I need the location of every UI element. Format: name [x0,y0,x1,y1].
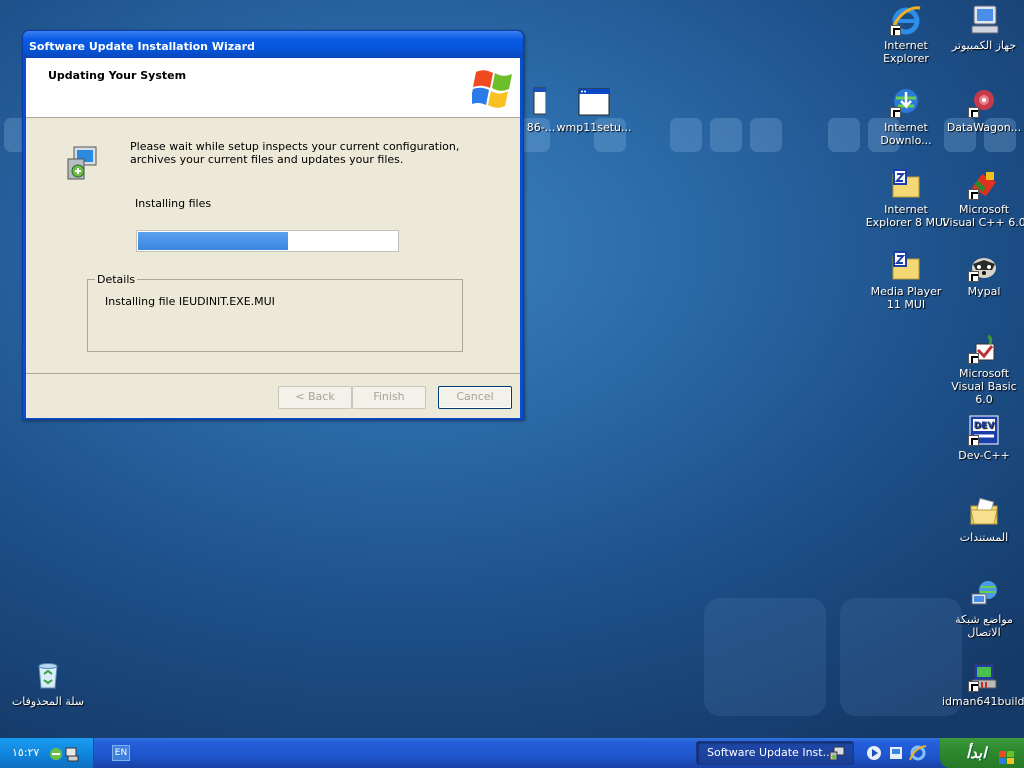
network-places-icon [968,578,1000,610]
clock[interactable]: ١٥:٢٧ [12,746,39,759]
folder-icon [890,168,922,200]
wizard-message: Please wait while setup inspects your cu… [130,140,460,166]
wizard-content: Please wait while setup inspects your cu… [26,119,520,373]
desktop-icon-internet-explorer[interactable]: Internet Explorer [864,4,948,65]
cancel-button[interactable]: Cancel [438,386,512,409]
media-player-quick-icon[interactable] [867,746,881,760]
details-text: Installing file IEUDINIT.EXE.MUI [105,295,275,308]
setup-icon [829,746,845,761]
visual-cpp-icon [968,168,1000,200]
window-title: Software Update Installation Wizard [29,40,255,53]
svg-text:DEV: DEV [974,421,995,431]
folder-icon [890,250,922,282]
desktop-icon-media-player-mui[interactable]: Media Player 11 MUI [864,250,948,311]
internet-download-manager-icon [890,86,922,118]
dev-cpp-icon: DEV [968,414,1000,446]
details-group: Details Installing file IEUDINIT.EXE.MUI [87,273,463,352]
desktop-icon-wmp11setup[interactable]: wmp11setu... [552,86,636,134]
wizard-header: Updating Your System [26,58,520,118]
windows-logo-icon [469,66,516,108]
mypal-icon [968,250,1000,282]
taskbar-button-label: Software Update Inst... [707,746,834,759]
window-icon [578,86,610,118]
wizard-body: Updating Your System Please wait while s… [26,58,520,418]
desktop-icon-mypal[interactable]: Mypal [942,250,1024,298]
finish-button[interactable]: Finish [352,386,426,409]
back-button[interactable]: < Back [278,386,352,409]
wizard-heading: Updating Your System [48,69,187,82]
my-computer-icon [968,4,1000,36]
desktop-icon-my-computer[interactable]: جهاز الكمبيوتر [942,4,1024,52]
desktop-icon-internet-download-manager[interactable]: Internet Downlo... [864,86,948,147]
datawagon-icon [968,86,1000,118]
wizard-footer: < Back Finish Cancel [26,373,520,418]
show-desktop-quick-icon[interactable] [890,747,902,759]
desktop-icon-ie8-mui[interactable]: Internet Explorer 8 MUI [864,168,948,229]
visual-basic-icon [968,332,1000,364]
my-documents-icon [968,496,1000,528]
taskbar-button-software-update[interactable]: Software Update Inst... [696,741,854,765]
details-legend: Details [95,273,138,286]
start-label: ابدأ [966,744,987,762]
language-indicator[interactable]: EN [112,745,130,761]
progress-fill [138,232,289,250]
quick-launch [864,744,934,762]
install-status-label: Installing files [135,197,212,210]
installation-wizard-window[interactable]: Software Update Installation Wizard Upda… [22,30,524,420]
setup-computer-icon [64,145,100,181]
windows-flag-icon [998,745,1016,764]
desktop-icon-dev-cpp[interactable]: DEV Dev-C++ [942,414,1024,462]
desktop-icon-visual-basic[interactable]: Microsoft Visual Basic 6.0 [942,332,1024,406]
tray-network-icon[interactable] [48,744,82,762]
desktop-icon-recycle-bin[interactable]: سلة المحذوفات [6,660,90,708]
taskbar: ١٥:٢٧ EN Software Update Inst... ابدأ [0,738,1024,768]
desktop-icon-network-places[interactable]: مواضع شبكة الاتصال [942,578,1024,639]
system-tray: ١٥:٢٧ [0,738,94,768]
installer-icon [968,660,1000,692]
recycle-bin-icon [32,660,64,692]
window-title-bar[interactable]: Software Update Installation Wizard [23,31,523,58]
desktop-icon-datawagon[interactable]: DataWagon... [942,86,1024,134]
desktop-icon-idman[interactable]: idman641build2 [942,660,1024,708]
install-progress-bar [136,230,399,252]
internet-explorer-icon [890,4,922,36]
start-button[interactable]: ابدأ [940,738,1024,768]
internet-explorer-quick-icon[interactable] [909,745,927,761]
desktop-icon-my-documents[interactable]: المستندات [942,496,1024,544]
desktop-icon-visual-cpp[interactable]: Microsoft Visual C++ 6.0 [942,168,1024,229]
